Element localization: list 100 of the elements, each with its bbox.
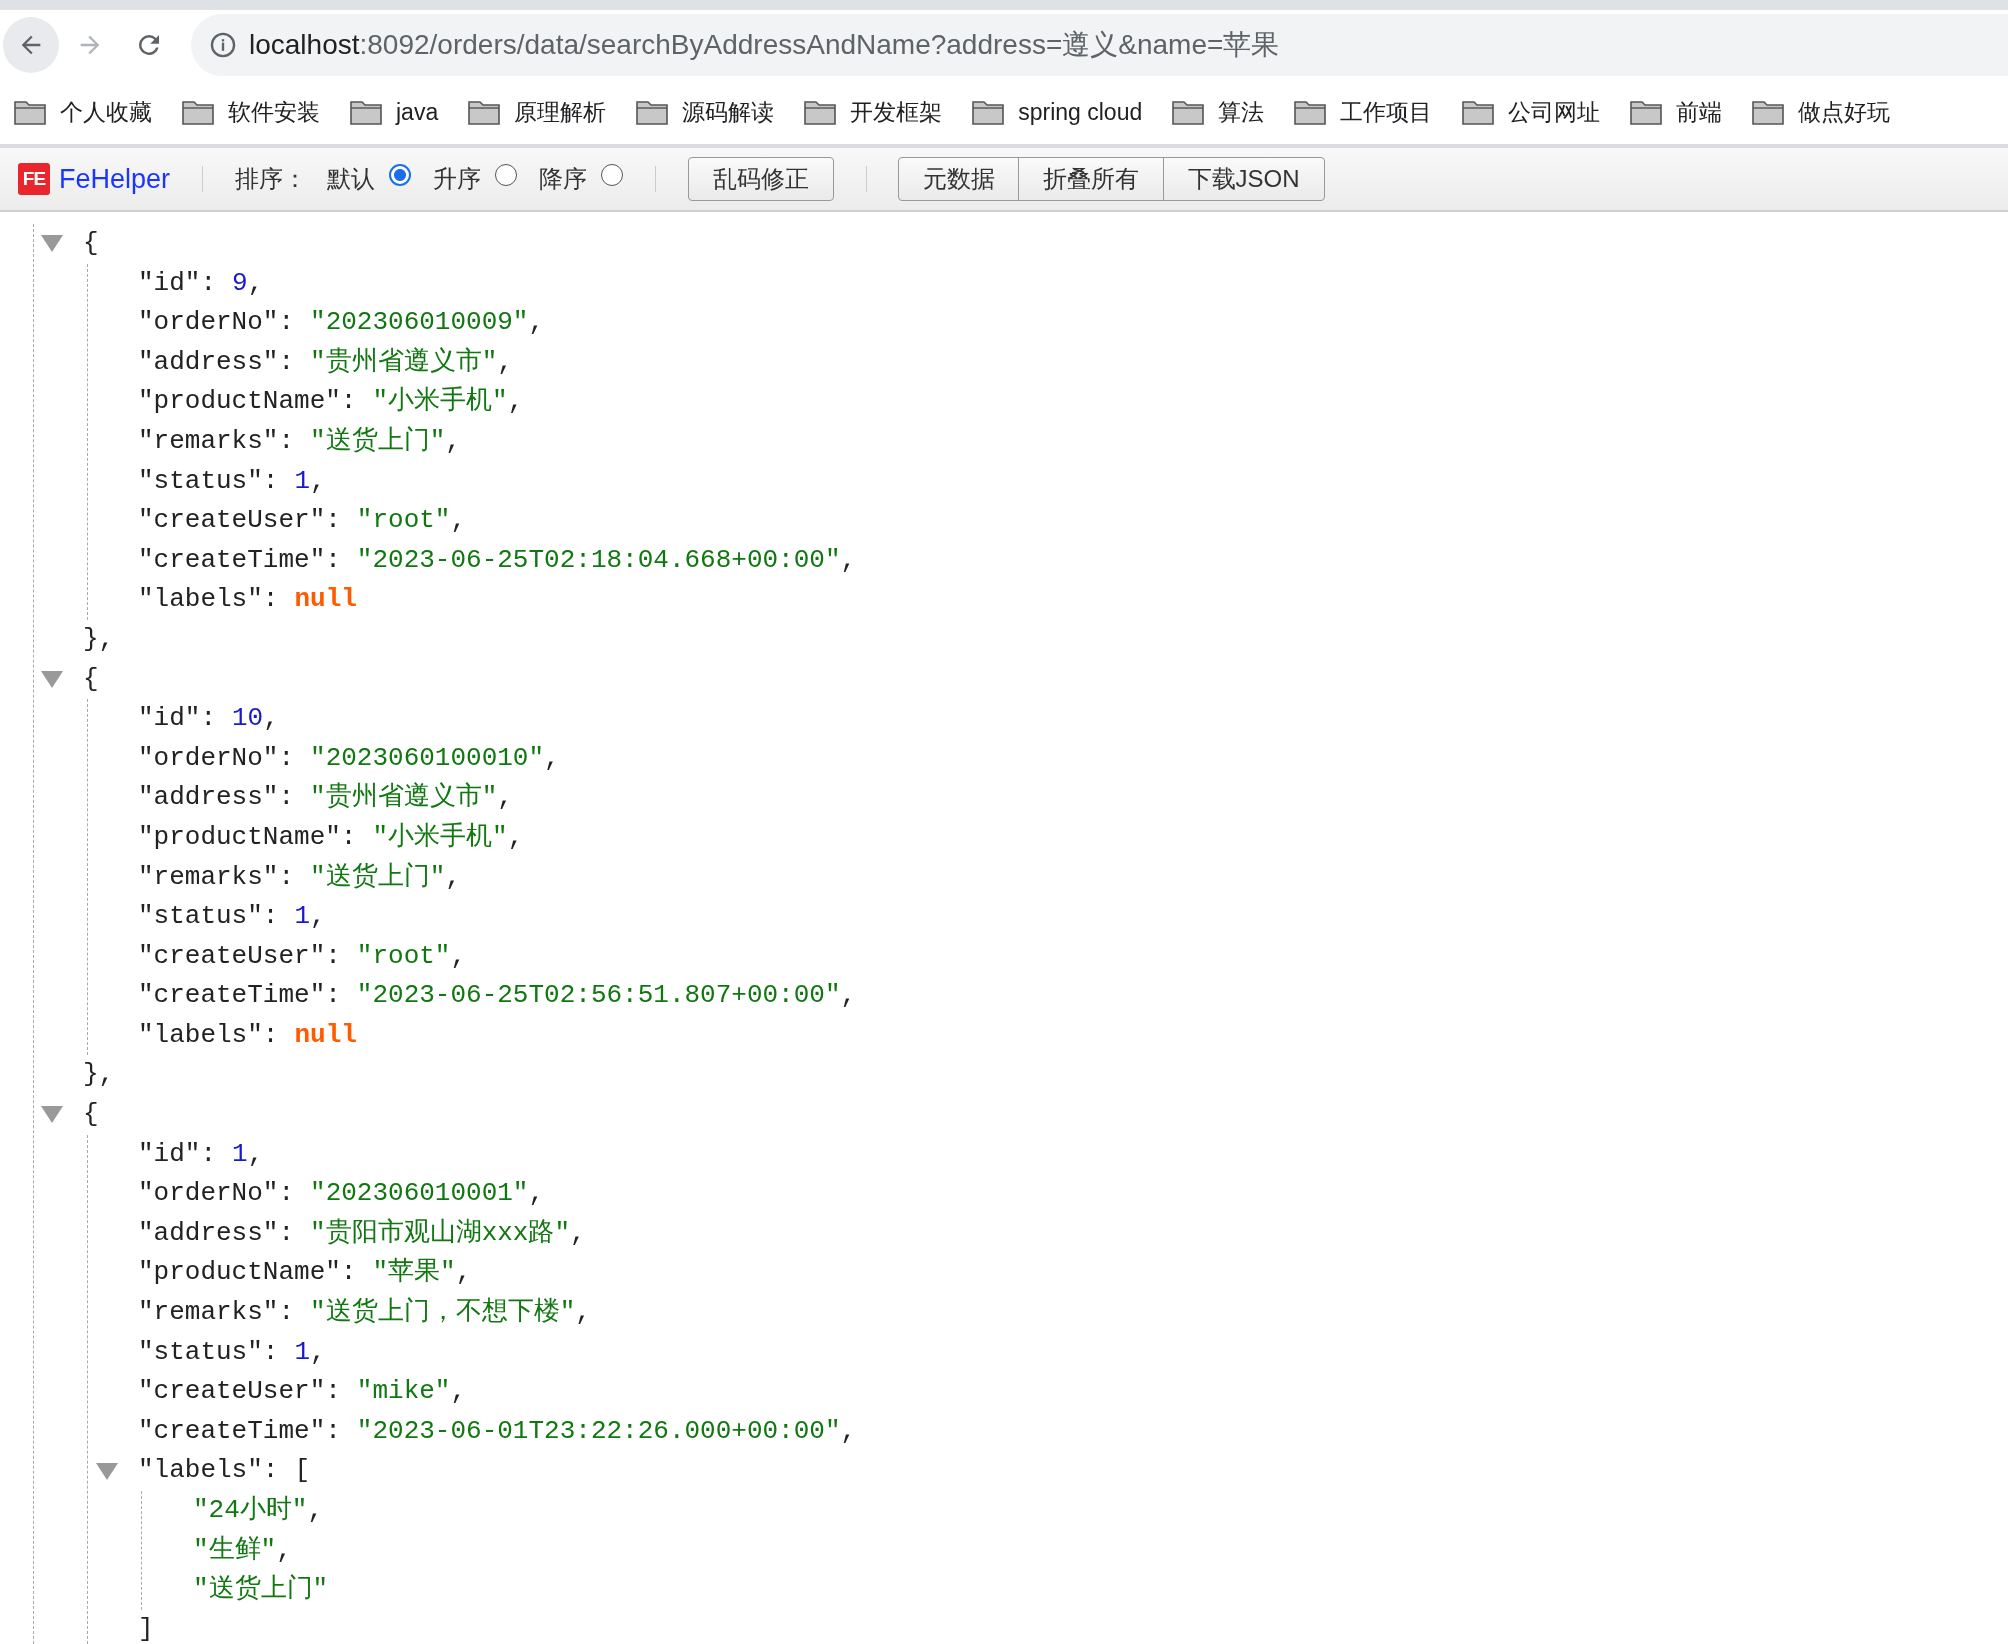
radio-label: 默认: [327, 164, 376, 194]
json-key: "createTime":: [138, 1411, 341, 1452]
bookmark-link[interactable]: 软件安装: [228, 96, 320, 128]
toolbar-button[interactable]: 元数据: [897, 157, 1020, 201]
json-value: "贵阳市观山湖xxx路": [310, 1216, 571, 1250]
radio-button[interactable]: [389, 164, 412, 186]
json-brace: },: [83, 1058, 115, 1092]
json-key: "status":: [138, 897, 279, 937]
bookmark-link[interactable]: 源码解读: [682, 96, 775, 128]
folder-icon: [636, 99, 669, 125]
back-button[interactable]: [3, 17, 59, 73]
bookmark-link[interactable]: 做点好玩: [1798, 96, 1891, 128]
caret-down-icon[interactable]: [41, 235, 63, 253]
json-comma: ,: [445, 860, 461, 894]
json-comma: ,: [263, 702, 279, 736]
json-brace: {: [83, 662, 99, 696]
bookmark-link[interactable]: 算法: [1218, 96, 1265, 128]
logo-icon: FE: [18, 163, 50, 195]
json-value: "小米手机": [372, 385, 508, 419]
fix-encoding-button[interactable]: 乱码修正: [688, 157, 835, 201]
json-value: "贵州省遵义市": [310, 345, 498, 379]
json-key: "productName":: [138, 817, 357, 858]
json-comma: ,: [276, 1533, 292, 1567]
json-value: "送货上门": [310, 860, 446, 894]
json-brace: },: [83, 622, 115, 656]
json-comma: ,: [507, 820, 524, 854]
folder-icon: [804, 99, 837, 125]
json-key: "createUser":: [138, 936, 341, 977]
json-key: "remarks":: [138, 857, 295, 898]
bookmark-link[interactable]: 原理解析: [514, 96, 607, 128]
sort-label: 排序：: [235, 164, 308, 194]
bookmark-link[interactable]: 前端: [1676, 96, 1723, 128]
json-key: "createTime":: [138, 976, 341, 1016]
radio-button[interactable]: [495, 164, 518, 186]
address-field[interactable]: localhost:8092/orders/data/searchByAddressAndName?address=遵义&name=苹果: [191, 14, 2008, 76]
caret-down-icon[interactable]: [41, 1106, 63, 1124]
json-value: 1: [232, 1137, 248, 1171]
bookmark-link[interactable]: spring cloud: [1018, 98, 1143, 126]
caret-down-icon[interactable]: [96, 1462, 118, 1480]
json-comma: ,: [570, 1216, 586, 1250]
radio-label: 降序: [539, 164, 588, 194]
json-key: "productName":: [138, 1253, 357, 1294]
caret-down-icon[interactable]: [41, 670, 63, 688]
brand-name: FeHelper: [59, 163, 171, 195]
json-key: "labels":: [138, 580, 279, 620]
json-value: "小米手机": [372, 820, 508, 854]
json-key: "id":: [138, 1134, 216, 1175]
json-comma: ,: [507, 385, 524, 419]
toolbar-button[interactable]: 折叠所有: [1018, 157, 1165, 201]
json-comma: ,: [310, 900, 326, 934]
folder-icon: [468, 99, 501, 125]
folder-icon: [14, 99, 46, 125]
json-key: "labels":: [138, 1015, 279, 1056]
json-comma: ,: [247, 266, 264, 300]
json-comma: ,: [310, 464, 326, 498]
json-value: "24小时": [193, 1494, 308, 1527]
folder-icon: [972, 99, 1005, 125]
folder-icon: [1462, 99, 1495, 125]
json-comma: ,: [497, 781, 513, 815]
json-value: 1: [294, 900, 311, 934]
bookmark-link[interactable]: java: [396, 98, 439, 126]
json-key: "status":: [138, 1332, 279, 1373]
json-comma: ,: [840, 979, 857, 1013]
json-key: "remarks":: [138, 421, 295, 462]
json-value: "2023060100010": [310, 741, 545, 775]
json-comma: ,: [575, 1296, 591, 1330]
json-value: "2023-06-25T02:56:51.807+00:00": [356, 979, 841, 1013]
json-value: null: [294, 583, 357, 617]
json-comma: ,: [840, 543, 857, 577]
json-comma: ,: [528, 1177, 545, 1211]
json-key: "orderNo":: [138, 738, 295, 779]
bookmark-link[interactable]: 公司网址: [1508, 96, 1601, 128]
json-value: 1: [294, 464, 311, 498]
bookmark-link[interactable]: 开发框架: [850, 96, 943, 128]
json-key: "address":: [138, 342, 295, 383]
json-bracket: ]: [138, 1612, 154, 1644]
json-value: "202306010009": [310, 306, 529, 340]
json-comma: ,: [455, 1256, 472, 1290]
json-comma: ,: [445, 424, 461, 458]
json-value: "生鲜": [193, 1533, 277, 1567]
folder-icon: [350, 99, 382, 125]
json-value: "2023-06-01T23:22:26.000+00:00": [356, 1414, 841, 1448]
folder-icon: [1630, 99, 1663, 125]
json-value: "root": [356, 939, 451, 973]
bookmark-link[interactable]: 个人收藏: [60, 96, 152, 128]
info-icon: [209, 31, 237, 59]
json-value: "苹果": [372, 1256, 456, 1290]
json-key: "address":: [138, 778, 295, 818]
json-bracket: [: [294, 1454, 311, 1488]
radio-button[interactable]: [601, 164, 624, 186]
json-brace: {: [83, 1098, 99, 1132]
folder-icon: [1752, 99, 1785, 125]
json-value: 9: [232, 266, 248, 300]
json-comma: ,: [528, 306, 545, 340]
folder-icon: [1294, 99, 1327, 125]
json-key: "remarks":: [138, 1293, 295, 1333]
bookmark-link[interactable]: 工作项目: [1340, 96, 1433, 128]
json-value: "送货上门，不想下楼": [310, 1296, 576, 1330]
toolbar-button[interactable]: 下载JSON: [1162, 157, 1325, 201]
json-comma: ,: [544, 741, 560, 775]
